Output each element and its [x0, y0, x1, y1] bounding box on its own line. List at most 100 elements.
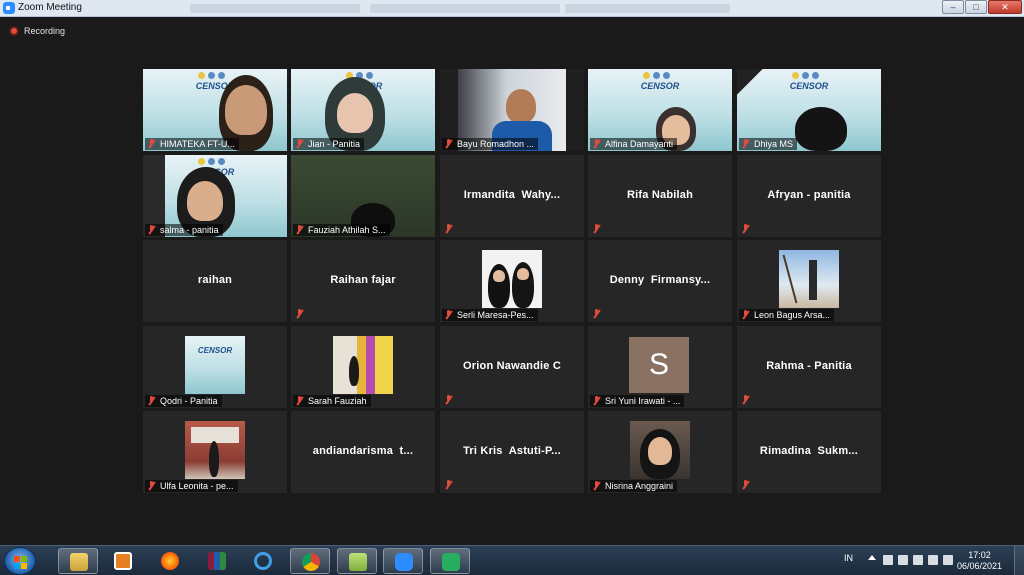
minimize-button[interactable]: –	[942, 0, 964, 14]
participant-tile[interactable]: Serli Maresa-Pes...	[440, 240, 584, 322]
zoom-app-icon	[3, 2, 15, 14]
participant-tile[interactable]: Sarah Fauziah	[291, 326, 435, 408]
participant-name: Leon Bagus Arsa...	[754, 310, 831, 320]
phone-icon[interactable]	[430, 548, 470, 574]
profile-photo	[482, 250, 542, 308]
media-player-icon[interactable]	[103, 548, 143, 574]
participant-name: Afryan - panitia	[767, 189, 851, 201]
participant-tile[interactable]: CENSOR salma - panitia	[143, 155, 287, 237]
participant-name: raihan	[197, 274, 233, 286]
banner-title: CENSOR	[197, 346, 233, 355]
mic-muted-icon	[444, 224, 453, 234]
participant-tile[interactable]: CENSOR Alfina Damayanti	[588, 69, 732, 151]
participant-tile[interactable]: Irmandita Wahy...	[440, 155, 584, 237]
participant-tile[interactable]: Rahma - Panitia	[737, 326, 881, 408]
mic-muted-icon	[295, 396, 304, 406]
participant-tile[interactable]: CENSOR HIMATEKA FT-U...	[143, 69, 287, 151]
participant-tile[interactable]: Rifa Nabilah	[588, 155, 732, 237]
mic-muted-icon	[147, 139, 156, 149]
participant-tile[interactable]: Afryan - panitia	[737, 155, 881, 237]
mic-muted-icon	[741, 139, 750, 149]
mic-muted-icon	[147, 481, 156, 491]
profile-photo	[333, 336, 393, 394]
profile-photo: CENSOR	[185, 336, 245, 394]
participant-tile[interactable]: raihan	[143, 240, 287, 322]
clock-time: 17:02	[968, 550, 991, 560]
flag-icon[interactable]	[883, 555, 893, 565]
profile-photo	[630, 421, 690, 479]
mic-muted-icon	[444, 310, 453, 320]
participant-name: Irmandita Wahy...	[463, 189, 561, 201]
participant-tile[interactable]: Denny Firmansy...	[588, 240, 732, 322]
participant-tile[interactable]: Fauziah Athilah S...	[291, 155, 435, 237]
mic-muted-icon	[295, 139, 304, 149]
participant-tile[interactable]: CENSOR Qodri - Panitia	[143, 326, 287, 408]
participant-tile[interactable]: Bayu Romadhon ...	[440, 69, 584, 151]
clock[interactable]: 17:02 06/06/2021	[957, 550, 1002, 572]
participant-name: Nisrina Anggraini	[605, 481, 674, 491]
mic-muted-icon	[444, 480, 453, 490]
participant-name: Orion Nawandie C	[463, 360, 561, 372]
participant-name: Alfina Damayanti	[605, 139, 674, 149]
mic-muted-icon	[147, 225, 156, 235]
mic-muted-icon	[295, 225, 304, 235]
language-indicator[interactable]: IN	[844, 553, 853, 563]
participant-name: Bayu Romadhon ...	[457, 139, 535, 149]
participant-tile[interactable]: Orion Nawandie C	[440, 326, 584, 408]
participant-name: Denny Firmansy...	[609, 274, 711, 286]
participant-name: Jian - Panitia	[308, 139, 361, 149]
participant-name: Dhiya MS	[754, 139, 794, 149]
background-tab	[370, 4, 560, 13]
chrome-icon[interactable]	[290, 548, 330, 574]
profile-photo	[185, 421, 245, 479]
mic-muted-icon	[592, 481, 601, 491]
title-bar: Zoom Meeting – □ ✕	[0, 0, 1024, 17]
participant-name: Tri Kris Astuti-P...	[463, 445, 561, 457]
participant-name: Rifa Nabilah	[627, 189, 693, 201]
mic-muted-icon	[741, 395, 750, 405]
participant-tile[interactable]: Raihan fajar	[291, 240, 435, 322]
participant-name: Rahma - Panitia	[766, 360, 852, 372]
zoom-icon[interactable]	[383, 548, 423, 574]
participant-tile[interactable]: Tri Kris Astuti-P...	[440, 411, 584, 493]
volume-icon[interactable]	[913, 555, 923, 565]
banner-title: CENSOR	[640, 81, 680, 91]
participant-name: Sri Yuni Irawati - ...	[605, 396, 681, 406]
participant-name: HIMATEKA FT-U...	[160, 139, 235, 149]
participant-tile[interactable]: S Sri Yuni Irawati - ...	[588, 326, 732, 408]
winrar-icon[interactable]	[197, 548, 237, 574]
mic-muted-icon	[741, 480, 750, 490]
recording-indicator[interactable]: Recording	[9, 26, 65, 36]
recording-label: Recording	[24, 26, 66, 36]
participant-name: salma - panitia	[160, 225, 219, 235]
network-icon[interactable]	[898, 555, 908, 565]
internet-explorer-icon[interactable]	[243, 548, 283, 574]
mic-muted-icon	[741, 310, 750, 320]
mic-muted-icon	[592, 224, 601, 234]
participant-tile[interactable]: Ulfa Leonita - pe...	[143, 411, 287, 493]
battery-icon[interactable]	[943, 555, 953, 565]
participant-tile[interactable]: Nisrina Anggraini	[588, 411, 732, 493]
recording-dot-icon	[9, 26, 19, 36]
participant-name: Ulfa Leonita - pe...	[160, 481, 234, 491]
firefox-icon[interactable]	[150, 548, 190, 574]
participant-tile[interactable]: Rimadina Sukm...	[737, 411, 881, 493]
participant-name: Raihan fajar	[330, 274, 396, 286]
windows-taskbar: IN 17:02 06/06/2021	[0, 545, 1024, 575]
tray-overflow-icon[interactable]	[868, 555, 876, 560]
participant-tile[interactable]: andiandarisma t...	[291, 411, 435, 493]
signal-icon[interactable]	[928, 555, 938, 565]
mic-muted-icon	[444, 395, 453, 405]
participant-tile[interactable]: Leon Bagus Arsa...	[737, 240, 881, 322]
folder-icon[interactable]	[337, 548, 377, 574]
close-button[interactable]: ✕	[988, 0, 1022, 14]
mic-muted-icon	[295, 309, 304, 319]
window-title: Zoom Meeting	[18, 2, 82, 13]
participant-tile[interactable]: CENSOR Dhiya MS	[737, 69, 881, 151]
participant-tile[interactable]: CENSOR Jian - Panitia	[291, 69, 435, 151]
start-button[interactable]	[4, 547, 36, 575]
explorer-icon[interactable]	[58, 548, 98, 574]
maximize-button[interactable]: □	[965, 0, 987, 14]
participant-name: Rimadina Sukm...	[759, 445, 859, 457]
show-desktop-button[interactable]	[1014, 546, 1024, 575]
